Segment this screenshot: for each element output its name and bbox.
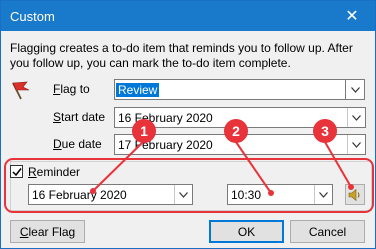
flag-to-dropdown[interactable]: [345, 79, 365, 100]
start-date-value: 16 February 2020: [118, 111, 213, 125]
title-bar: Custom ✕: [1, 1, 375, 31]
start-date-label: Start date: [53, 110, 106, 124]
callout-badge-2: 2: [224, 119, 248, 143]
close-button[interactable]: ✕: [329, 1, 375, 31]
red-flag-icon: [12, 81, 30, 100]
ok-button[interactable]: OK: [209, 220, 284, 243]
flag-to-label: Flag to: [53, 82, 90, 96]
callout-badge-3: 3: [313, 119, 337, 143]
callout-highlight-box: [4, 158, 374, 213]
flag-to-value: Review: [116, 83, 160, 97]
window-title: Custom: [10, 9, 55, 24]
dialog-window: Custom ✕ Flagging creates a to-do item t…: [0, 0, 376, 249]
due-date-label: Due date: [53, 137, 102, 151]
close-icon: ✕: [345, 8, 359, 25]
clear-flag-button[interactable]: Clear Flag: [10, 220, 85, 243]
cancel-button[interactable]: Cancel: [290, 220, 365, 243]
chevron-down-icon[interactable]: [347, 108, 365, 127]
chevron-down-icon: [346, 80, 364, 99]
description-text: Flagging creates a to-do item that remin…: [10, 41, 353, 70]
flag-to-combo[interactable]: Review: [114, 79, 346, 100]
due-date-value: 17 February 2020: [118, 138, 213, 152]
callout-badge-1: 1: [132, 119, 156, 143]
chevron-down-icon[interactable]: [347, 135, 365, 154]
